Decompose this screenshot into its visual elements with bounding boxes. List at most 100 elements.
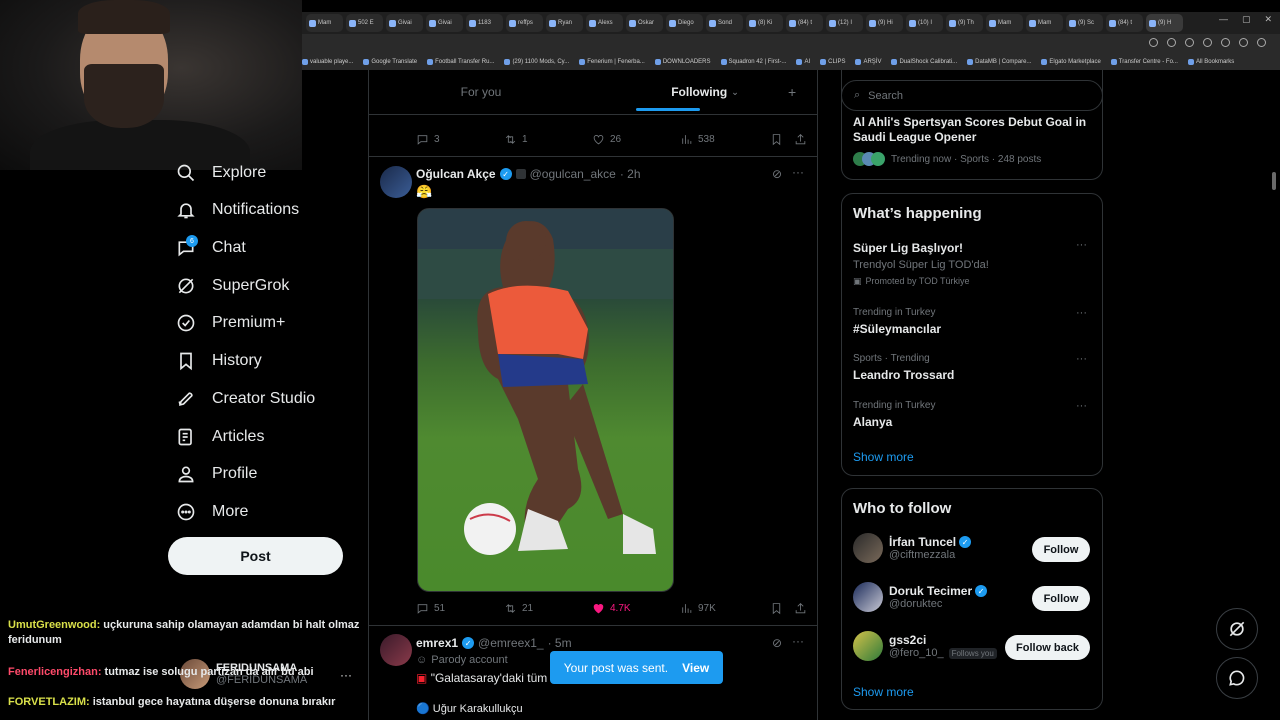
trend-item[interactable]: Trending in Turkey #Süleymancılar — [853, 307, 941, 336]
browser-tab[interactable]: 1183 — [466, 14, 503, 32]
bookmark-item[interactable]: Squadron 42 | First-... — [720, 59, 786, 65]
browser-tab[interactable]: Sond — [706, 14, 743, 32]
nav-supergrok[interactable]: SuperGrok — [176, 276, 289, 296]
bookmark-item[interactable]: AI — [796, 59, 810, 65]
share-button[interactable] — [794, 133, 807, 146]
follow-suggestion[interactable]: İrfan Tuncel ✓ @ciftmezzala — [853, 533, 972, 563]
more-options-icon[interactable]: ··· — [1076, 400, 1087, 412]
repost-button[interactable]: 21 — [504, 602, 592, 615]
like-button[interactable]: 4.7K — [592, 602, 680, 615]
reply-button[interactable]: 3 — [416, 133, 504, 146]
bookmark-item[interactable]: DataMB | Compare... — [967, 59, 1031, 65]
extension-icon[interactable] — [1149, 38, 1158, 47]
post-button[interactable]: Post — [168, 537, 343, 575]
follow-suggestion[interactable]: gss2ci @fero_10_ Follows you — [853, 631, 997, 661]
nav-history[interactable]: History — [176, 351, 262, 371]
browser-tab[interactable]: reffps — [506, 14, 543, 32]
trend-item[interactable]: Trending in Turkey Alanya — [853, 400, 935, 429]
tweet-time[interactable]: · 5m — [548, 636, 572, 650]
tweet-time[interactable]: · 2h — [620, 167, 641, 181]
browser-tab[interactable]: Mam — [306, 14, 343, 32]
nav-explore[interactable]: Explore — [176, 163, 266, 183]
browser-tab[interactable]: Diego — [666, 14, 703, 32]
minimize-icon[interactable]: — — [1219, 14, 1228, 25]
nav-more[interactable]: More — [176, 502, 248, 522]
more-options-icon[interactable]: ··· — [1076, 239, 1087, 251]
menu-icon[interactable] — [1257, 38, 1266, 47]
author-handle[interactable]: @emreex1_ — [478, 636, 544, 650]
bookmark-item[interactable]: Google Translate — [363, 59, 417, 65]
reply-button[interactable]: 51 — [416, 602, 504, 615]
extension-icon[interactable] — [1203, 38, 1212, 47]
nav-articles[interactable]: Articles — [176, 427, 264, 447]
browser-tab[interactable]: (8) Ki — [746, 14, 783, 32]
follow-button[interactable]: Follow — [1032, 586, 1090, 611]
trend-item[interactable]: Sports · Trending Leandro Trossard — [853, 353, 954, 382]
maximize-icon[interactable]: ▢ — [1242, 14, 1251, 25]
bookmark-item[interactable]: Transfer Centre - Fo... — [1110, 59, 1178, 65]
browser-tab[interactable]: Givai — [386, 14, 423, 32]
browser-tab[interactable]: (12) I — [826, 14, 863, 32]
browser-tab[interactable]: Oskar — [626, 14, 663, 32]
scrollbar-thumb[interactable] — [1272, 172, 1276, 190]
browser-tab[interactable]: (9) H — [1146, 14, 1183, 32]
browser-tab[interactable]: (9) Hi — [866, 14, 903, 32]
share-button[interactable] — [794, 602, 807, 615]
nav-profile[interactable]: Profile — [176, 464, 257, 484]
bookmark-item[interactable]: All Bookmarks — [1187, 59, 1234, 65]
browser-tab[interactable]: (9) Th — [946, 14, 983, 32]
more-options-icon[interactable]: ··· — [792, 165, 804, 179]
show-more-link[interactable]: Show more — [853, 685, 914, 699]
browser-tab[interactable]: (84) t — [786, 14, 823, 32]
extension-icon[interactable] — [1185, 38, 1194, 47]
follow-back-button[interactable]: Follow back — [1005, 635, 1090, 660]
repost-button[interactable]: 1 — [504, 133, 592, 146]
browser-tab[interactable]: (84) t — [1106, 14, 1143, 32]
bookmark-item[interactable]: CLIPS — [820, 59, 845, 65]
tweet-media-image[interactable] — [417, 208, 674, 592]
tab-following[interactable]: Following ⌄ — [593, 70, 817, 114]
bookmark-button[interactable] — [770, 602, 794, 615]
nav-notifications[interactable]: Notifications — [176, 200, 299, 220]
author-handle[interactable]: @ogulcan_akce — [530, 167, 616, 181]
toast-view-link[interactable]: View — [682, 661, 709, 675]
promoted-trend[interactable]: Süper Lig Başlıyor! Trendyol Süper Lig T… — [853, 241, 989, 287]
bookmark-item[interactable]: ARŞİV — [855, 59, 881, 65]
extension-icon[interactable] — [1167, 38, 1176, 47]
like-button[interactable]: 26 — [592, 133, 680, 146]
bookmark-item[interactable]: valuable playe... — [302, 59, 353, 65]
follow-suggestion[interactable]: Doruk Tecimer ✓ @doruktec — [853, 582, 988, 612]
bookmark-item[interactable]: Fenerium | Fenerba... — [579, 59, 645, 65]
browser-tab[interactable]: (10) I — [906, 14, 943, 32]
more-options-icon[interactable]: ··· — [792, 634, 804, 648]
browser-tab[interactable]: 502 E — [346, 14, 383, 32]
grok-icon[interactable]: ⊘ — [772, 167, 782, 181]
bookmark-item[interactable]: Elgato Marketplace — [1041, 59, 1101, 65]
bookmark-item[interactable]: DualShock Calibrati... — [891, 59, 957, 65]
extension-icon[interactable] — [1221, 38, 1230, 47]
bookmark-item[interactable]: Football Transfer Ru... — [427, 59, 494, 65]
browser-tab[interactable]: Mam — [1026, 14, 1063, 32]
browser-tab[interactable]: Mam — [986, 14, 1023, 32]
tab-for-you[interactable]: For you — [369, 70, 593, 114]
bookmark-item[interactable]: DOWNLOADERS — [654, 59, 711, 65]
browser-tab[interactable]: (9) Sc — [1066, 14, 1103, 32]
views-button[interactable]: 538 — [680, 133, 770, 146]
bookmark-button[interactable] — [770, 133, 794, 146]
views-button[interactable]: 97K — [680, 602, 770, 615]
follow-button[interactable]: Follow — [1032, 537, 1090, 562]
more-options-icon[interactable]: ··· — [1076, 307, 1087, 319]
browser-tab[interactable]: Ryan — [546, 14, 583, 32]
grok-icon[interactable]: ⊘ — [772, 636, 782, 650]
avatar[interactable] — [380, 634, 412, 666]
more-options-icon[interactable]: ··· — [1076, 353, 1087, 365]
nav-premium[interactable]: Premium+ — [176, 313, 285, 333]
grok-fab[interactable] — [1216, 608, 1258, 650]
author-name[interactable]: emrex1 — [416, 636, 458, 650]
avatar[interactable] — [380, 166, 412, 198]
add-tab-button[interactable]: + — [788, 84, 796, 100]
nav-creator-studio[interactable]: Creator Studio — [176, 389, 315, 409]
author-name[interactable]: Oğulcan Akçe — [416, 167, 496, 181]
messages-fab[interactable] — [1216, 657, 1258, 699]
browser-tab[interactable]: Givai — [426, 14, 463, 32]
